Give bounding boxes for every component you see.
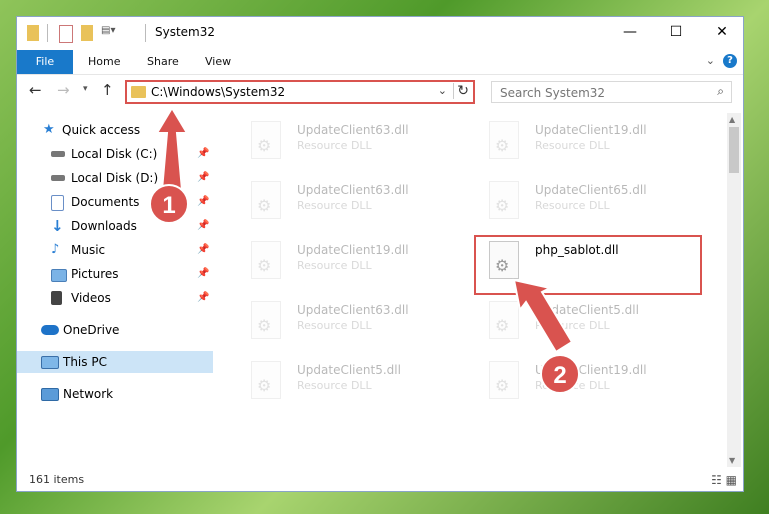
annotation-arrows [155, 106, 574, 354]
step-1-badge: 1 [149, 184, 189, 224]
step-2-badge: 2 [540, 354, 580, 394]
arrow-2 [512, 278, 574, 354]
arrow-1 [155, 106, 189, 191]
